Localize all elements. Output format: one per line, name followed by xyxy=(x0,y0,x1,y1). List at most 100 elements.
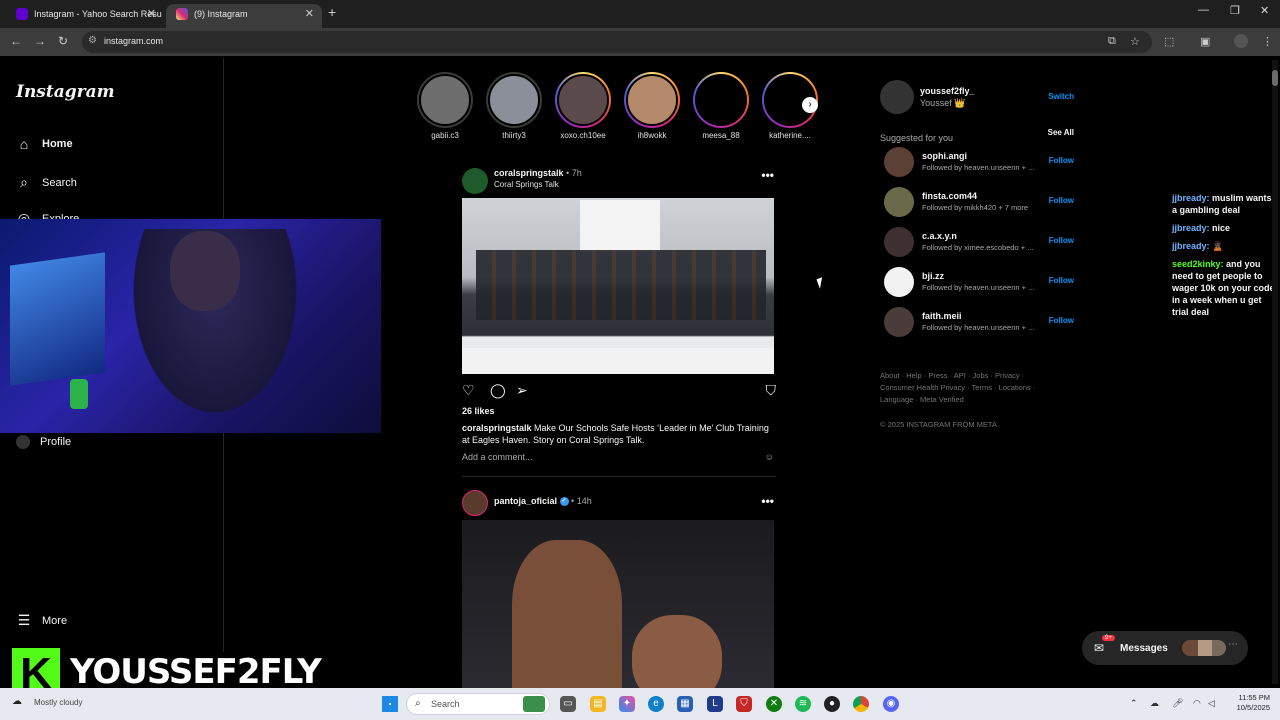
footer-line[interactable]: Language · Meta Verified xyxy=(880,394,1076,406)
forward-icon[interactable]: → xyxy=(34,34,46,48)
post-location[interactable]: Coral Springs Talk xyxy=(494,180,559,189)
follow-button[interactable]: Follow xyxy=(1049,316,1074,325)
like-heart-icon[interactable]: ♡ xyxy=(462,382,475,399)
task-view-icon[interactable]: ▭ xyxy=(560,696,576,712)
post-likes[interactable]: 26 likes xyxy=(462,406,776,416)
obs-icon[interactable]: ● xyxy=(824,696,840,712)
instagram-logo[interactable]: Instagram xyxy=(16,82,115,102)
store-icon[interactable]: ▦ xyxy=(677,696,693,712)
scrollbar-thumb[interactable] xyxy=(1272,70,1278,86)
story-avatar xyxy=(557,74,609,126)
suggestion-username[interactable]: faith.meii xyxy=(922,311,962,321)
address-bar[interactable]: ⚙ instagram.com xyxy=(82,31,1152,53)
xbox-icon[interactable]: ✕ xyxy=(766,696,782,712)
back-icon[interactable]: ← xyxy=(10,34,22,48)
messages-button[interactable]: ✉ 9+ Messages ⋯ xyxy=(1082,631,1248,665)
more-options-icon[interactable]: ••• xyxy=(761,494,774,508)
l-app-icon[interactable]: L xyxy=(707,696,723,712)
share-send-icon[interactable]: ➢ xyxy=(516,382,528,399)
story-item[interactable]: gabii.c3 xyxy=(416,72,474,140)
bookmark-star-icon[interactable]: ☆ xyxy=(1130,35,1140,48)
follow-button[interactable]: Follow xyxy=(1049,276,1074,285)
profile-avatar[interactable] xyxy=(1234,34,1248,48)
post-author-avatar[interactable] xyxy=(462,168,488,194)
tab-instagram[interactable]: (9) Instagram ✕ xyxy=(166,4,322,28)
nav-profile[interactable]: Profile xyxy=(16,435,71,449)
post-image[interactable] xyxy=(462,520,774,688)
footer-line[interactable]: About · Help · Press · API · Jobs · Priv… xyxy=(880,370,1076,382)
suggestion-username[interactable]: bji.zz xyxy=(922,271,944,281)
post-author[interactable]: pantoja_oficial ✓ • 14h xyxy=(494,496,592,507)
minimize-button[interactable]: — xyxy=(1198,4,1209,16)
suggestion-avatar[interactable] xyxy=(884,307,914,337)
file-explorer-icon[interactable]: ▤ xyxy=(590,696,606,712)
post-username[interactable]: pantoja_oficial xyxy=(494,496,557,506)
install-app-icon[interactable]: ⧉ xyxy=(1108,35,1116,48)
chat-message: seed2kinky: and you need to get people t… xyxy=(1172,258,1278,318)
stories-next-button[interactable]: › xyxy=(802,97,818,113)
suggestion-username[interactable]: finsta.com44 xyxy=(922,191,977,201)
system-clock[interactable]: 11:55 PM 10/5/2025 xyxy=(1226,693,1270,713)
suggestion-username[interactable]: c.a.x.y.n xyxy=(922,231,957,241)
suggestion-avatar[interactable] xyxy=(884,187,914,217)
copilot-icon[interactable]: ✦ xyxy=(619,696,635,712)
emoji-icon[interactable]: ☺ xyxy=(765,452,774,462)
nav-search[interactable]: ⌕ Search xyxy=(16,174,77,191)
page-scrollbar[interactable] xyxy=(1272,60,1278,684)
add-comment-input[interactable]: Add a comment... ☺ xyxy=(462,452,776,466)
spotify-icon[interactable]: ≋ xyxy=(795,696,811,712)
volume-icon[interactable]: ◁ xyxy=(1208,698,1215,709)
cloud-sync-icon[interactable]: ☁ xyxy=(1150,698,1159,709)
story-ring xyxy=(555,72,611,128)
footer-links[interactable]: About · Help · Press · API · Jobs · Priv… xyxy=(880,370,1076,406)
follow-button[interactable]: Follow xyxy=(1049,156,1074,165)
follow-button[interactable]: Follow xyxy=(1049,196,1074,205)
nav-home[interactable]: ⌂ Home xyxy=(16,136,73,152)
windows-start-icon[interactable] xyxy=(382,696,398,712)
restore-button[interactable]: ❐ xyxy=(1230,4,1240,17)
extensions-icon[interactable]: ⬚ xyxy=(1164,35,1174,48)
story-item[interactable]: thiirty3 xyxy=(485,72,543,140)
chrome-icon[interactable] xyxy=(853,696,869,712)
account-avatar[interactable] xyxy=(880,80,914,114)
story-item[interactable]: meesa_88 xyxy=(692,72,750,140)
new-tab-button[interactable]: + xyxy=(328,4,336,20)
wifi-icon[interactable]: ◠ xyxy=(1193,698,1201,709)
post-username[interactable]: coralspringstalk xyxy=(494,168,564,178)
antivirus-shield-icon[interactable]: ⛉ xyxy=(736,696,752,712)
post-image[interactable] xyxy=(462,198,774,374)
see-all-button[interactable]: See All xyxy=(1048,128,1074,137)
messages-count-badge: 9+ xyxy=(1102,635,1115,641)
follow-button[interactable]: Follow xyxy=(1049,236,1074,245)
account-username[interactable]: youssef2fly_ xyxy=(920,86,975,96)
discord-icon[interactable]: ◉ xyxy=(883,696,899,712)
split-view-icon[interactable]: ▣ xyxy=(1200,35,1210,48)
nav-more[interactable]: ☰ More xyxy=(16,612,67,629)
reload-icon[interactable]: ↻ xyxy=(58,34,68,48)
more-dots-icon[interactable]: ⋯ xyxy=(1228,639,1238,650)
footer-line[interactable]: Consumer Health Privacy · Terms · Locati… xyxy=(880,382,1076,394)
microphone-icon[interactable]: 🎤︎ xyxy=(1172,698,1183,709)
story-item[interactable]: xoxo.ch10ee xyxy=(554,72,612,140)
tab-yahoo-search[interactable]: Instagram - Yahoo Search Resu ✕ xyxy=(6,4,164,28)
suggestion-avatar[interactable] xyxy=(884,267,914,297)
switch-account-button[interactable]: Switch xyxy=(1048,92,1074,101)
close-window-button[interactable]: ✕ xyxy=(1260,4,1269,17)
suggestion-avatar[interactable] xyxy=(884,147,914,177)
caption-username[interactable]: coralspringstalk xyxy=(462,423,532,433)
save-bookmark-icon[interactable]: ⛉ xyxy=(766,382,777,399)
tray-overflow-icon[interactable]: ⌃ xyxy=(1130,698,1138,709)
close-icon[interactable]: ✕ xyxy=(147,4,156,24)
suggestion-username[interactable]: sophi.angi xyxy=(922,151,967,161)
site-info-icon[interactable]: ⚙ xyxy=(88,35,97,46)
taskbar-search[interactable]: ⌕ Search xyxy=(406,693,550,715)
edge-icon[interactable]: e xyxy=(648,696,664,712)
close-icon[interactable]: ✕ xyxy=(305,4,314,24)
comment-icon[interactable]: ◯ xyxy=(490,382,506,399)
story-item[interactable]: ih8wokk xyxy=(623,72,681,140)
post-author[interactable]: coralspringstalk • 7h xyxy=(494,168,582,178)
post-author-avatar[interactable] xyxy=(462,490,488,516)
suggestion-avatar[interactable] xyxy=(884,227,914,257)
menu-dots-icon[interactable]: ⋮ xyxy=(1262,35,1273,48)
more-options-icon[interactable]: ••• xyxy=(761,168,774,182)
